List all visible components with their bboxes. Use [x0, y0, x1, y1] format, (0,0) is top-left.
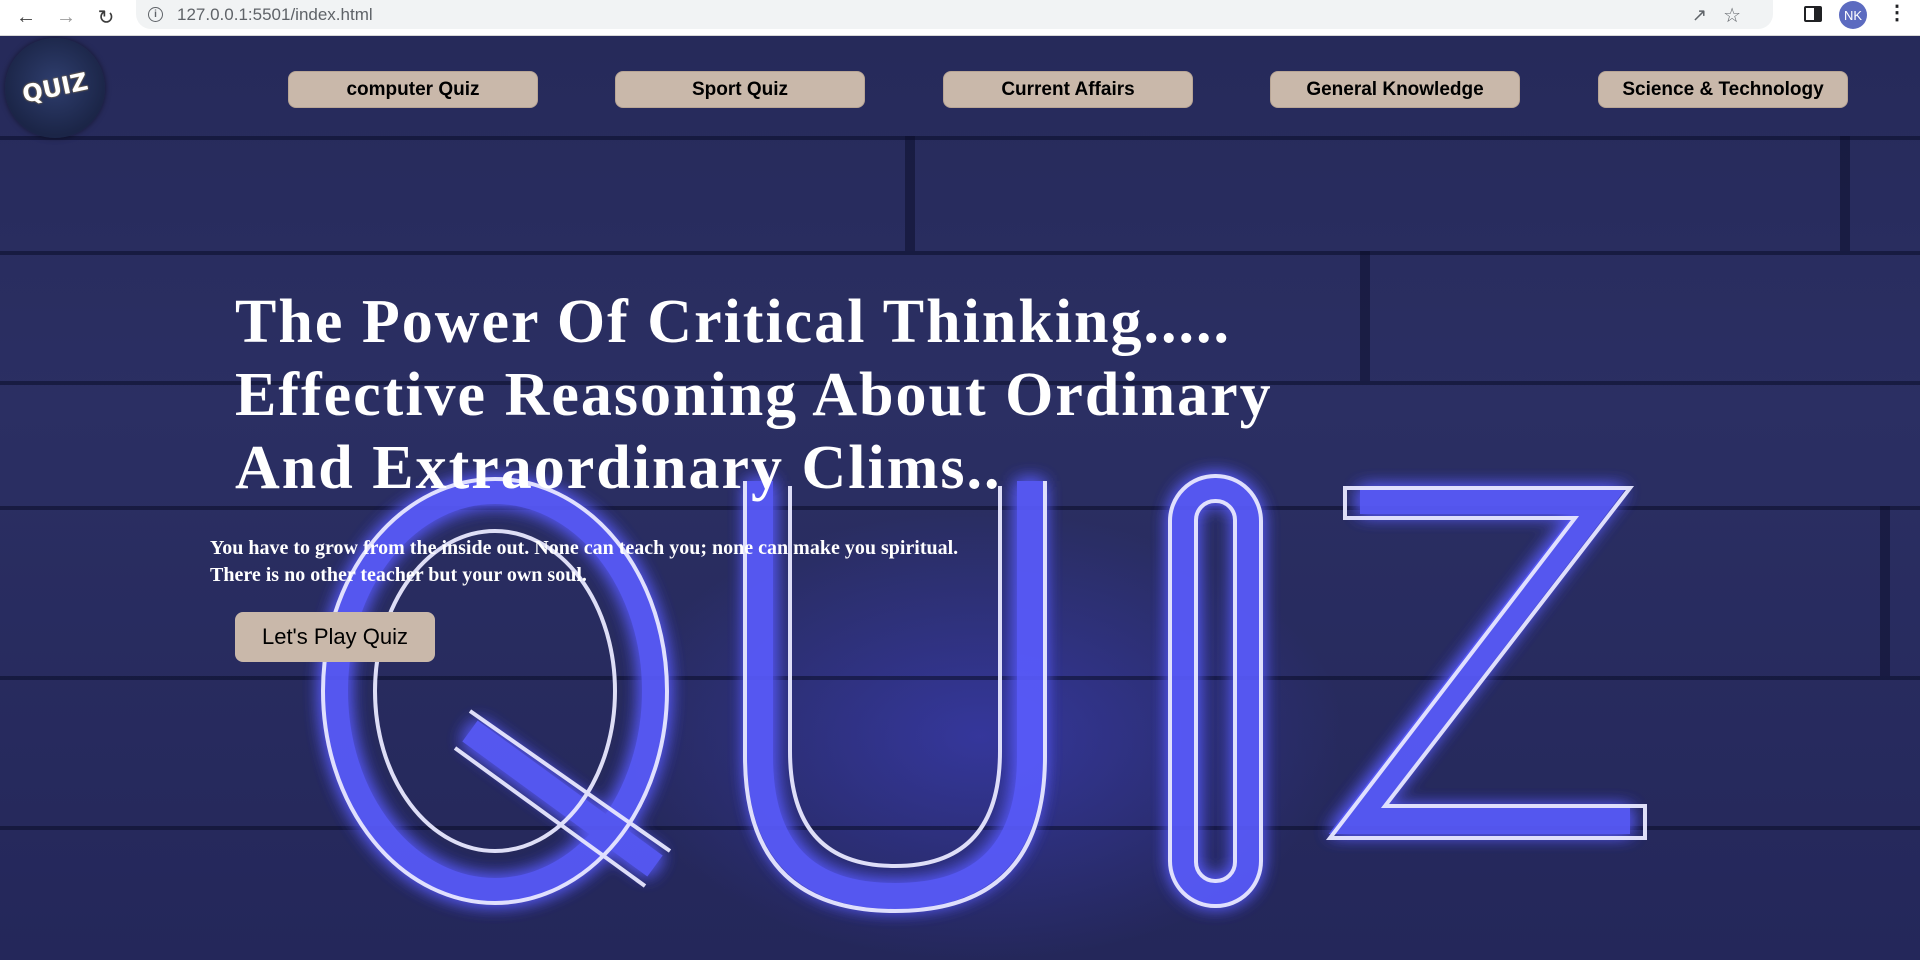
star-icon[interactable]: ☆ — [1723, 3, 1741, 28]
quiz-logo[interactable]: QUIZ — [5, 38, 105, 138]
browser-toolbar: ← → ↻ i 127.0.0.1:5501/index.html ↗ ☆ NK… — [0, 0, 1920, 36]
back-arrow-icon[interactable]: ← — [12, 4, 40, 32]
brick-line — [0, 506, 1920, 510]
reload-icon[interactable]: ↻ — [92, 4, 120, 32]
quote-line: There is no other teacher but your own s… — [210, 564, 587, 586]
info-icon[interactable]: i — [148, 7, 163, 22]
hero-headline: The Power Of Critical Thinking..... Effe… — [235, 286, 1335, 505]
share-icon[interactable]: ↗ — [1692, 5, 1707, 26]
quote-line: You have to grow from the inside out. No… — [210, 537, 959, 559]
forward-arrow-icon[interactable]: → — [52, 4, 80, 32]
nav-sport-quiz-button[interactable]: Sport Quiz — [615, 71, 865, 108]
side-panel-icon[interactable] — [1804, 6, 1822, 22]
brick-line — [0, 251, 1920, 255]
brick-joint — [1840, 136, 1850, 251]
address-bar[interactable]: i 127.0.0.1:5501/index.html ↗ ☆ — [136, 0, 1773, 29]
brick-line — [0, 676, 1920, 680]
logo-text: QUIZ — [19, 67, 91, 109]
nav-general-knowledge-button[interactable]: General Knowledge — [1270, 71, 1520, 108]
brick-line — [0, 826, 1920, 830]
nav-computer-quiz-button[interactable]: computer Quiz — [288, 71, 538, 108]
lets-play-quiz-button[interactable]: Let's Play Quiz — [235, 612, 435, 662]
nav-current-affairs-button[interactable]: Current Affairs — [943, 71, 1193, 108]
headline-line: Effective Reasoning About Ordinary — [235, 361, 1273, 429]
address-url[interactable]: 127.0.0.1:5501/index.html — [177, 5, 373, 25]
brick-joint — [905, 136, 915, 251]
page-viewport: QUIZ computer Quiz Sport Quiz Current Af… — [0, 36, 1920, 960]
kebab-menu-icon[interactable]: ⋮ — [1887, 3, 1907, 23]
nav-science-technology-button[interactable]: Science & Technology — [1598, 71, 1848, 108]
brick-joint — [1360, 251, 1370, 381]
brick-line — [0, 136, 1920, 140]
headline-line: The Power Of Critical Thinking..... — [235, 288, 1232, 356]
brick-joint — [1880, 506, 1890, 676]
profile-avatar[interactable]: NK — [1839, 1, 1867, 29]
headline-line: And Extraordinary Clims.. — [235, 434, 1002, 502]
hero-quote: You have to grow from the inside out. No… — [210, 535, 1210, 589]
